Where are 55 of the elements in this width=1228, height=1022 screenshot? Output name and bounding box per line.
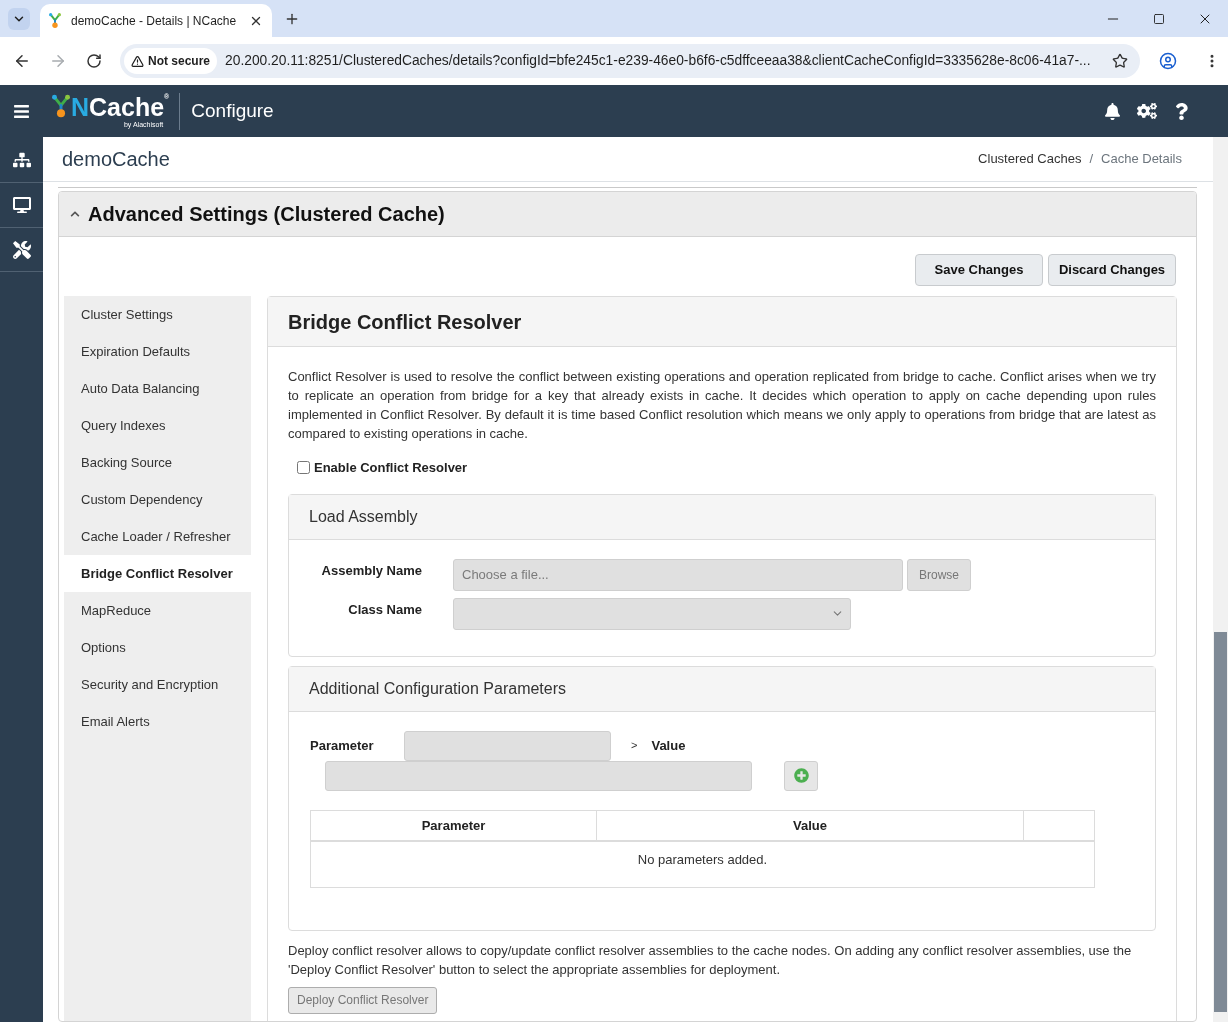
monitor-icon[interactable] <box>12 196 31 214</box>
sidebar-item[interactable]: Expiration Defaults <box>64 333 251 370</box>
maximize-icon[interactable] <box>1153 12 1165 25</box>
page-title: demoCache <box>62 147 170 172</box>
section-heading: Additional Configuration Parameters <box>309 678 567 699</box>
star-icon[interactable] <box>1112 53 1128 69</box>
sidebar-item[interactable]: Cache Loader / Refresher <box>64 518 251 555</box>
empty-message: No parameters added. <box>637 852 768 867</box>
enable-checkbox[interactable] <box>297 461 310 475</box>
column-header: Value <box>793 817 827 833</box>
sidebar-item[interactable]: Custom Dependency <box>64 481 251 518</box>
section-heading: Bridge Conflict Resolver <box>288 309 522 335</box>
warning-icon <box>131 54 144 68</box>
gears-icon[interactable] <box>1137 101 1157 121</box>
checkbox-label: Enable Conflict Resolver <box>314 459 468 477</box>
browser-tab[interactable]: demoCache - Details | NCache <box>40 4 272 37</box>
field-label: Parameter <box>310 736 375 755</box>
section-heading: Load Assembly <box>309 506 418 527</box>
scrollbar-thumb[interactable] <box>1214 632 1227 1012</box>
logo-icon <box>52 94 70 118</box>
logo-icon <box>49 13 61 28</box>
breadcrumb-current: Cache Details <box>1101 150 1182 169</box>
sidebar-item[interactable]: Options <box>64 629 251 666</box>
tab-search-button[interactable] <box>8 7 30 30</box>
security-chip[interactable]: Not secure <box>124 48 218 74</box>
breadcrumb-link[interactable]: Clustered Caches <box>978 149 1082 169</box>
breadcrumb-separator: / <box>1089 150 1094 169</box>
field-label: Assembly Name <box>321 561 422 580</box>
sidebar-item[interactable]: MapReduce <box>64 592 251 629</box>
sitemap-icon[interactable] <box>12 150 31 169</box>
refresh-icon[interactable] <box>86 53 102 69</box>
column-header: Parameter <box>421 817 486 833</box>
menu-icon[interactable] <box>13 102 30 120</box>
description-text: Conflict Resolver is used to resolve the conflict between existing operations and operation replicated from bridge to cache. Conflict arises when we try to replicate an operation from bridge for a key that already exists in cache. It decides which operation to apply on cache depending upon rules implemented in Conflict Resolver. By default it is time based Conflict resolution which means we only apply to operations from bridge that are latest as compared to existing operations in cache. <box>288 368 1156 443</box>
field-label: Class Name <box>348 600 422 619</box>
sidebar-item[interactable]: Query Indexes <box>64 407 251 444</box>
sidebar-item[interactable]: Cluster Settings <box>64 296 251 333</box>
arrow-text: > <box>631 738 638 754</box>
deploy-note: Deploy conflict resolver allows to copy/update conflict resolver assemblies to the cache nodes. On adding any conflict resolver assemblies, use the 'Deploy Conflict Resolver' button to select the appropriate assemblies for deployment. <box>288 941 1133 979</box>
sidebar-item[interactable]: Email Alerts <box>64 703 251 740</box>
action-button[interactable]: Discard Changes <box>1048 254 1176 286</box>
address-bar[interactable]: Not secure 20.200.20.11:8251/ClusteredCaches/details?configId=bfe245c1-e239-46e0-b6f6-c5dffceeaa38&clientCacheConfigId=3335628e-8c06-41a7-... <box>120 44 1140 78</box>
sidebar-item[interactable]: Backing Source <box>64 444 251 481</box>
bell-icon[interactable] <box>1104 102 1121 120</box>
tools-icon[interactable] <box>12 240 31 259</box>
sidebar-item[interactable]: Security and Encryption <box>64 666 251 703</box>
url-text: 20.200.20.11:8251/ClusteredCaches/details?configId=bfe245c1-e239-46e0-b6f6-c5dffceeaa38&clientCacheConfigId=3335628e-8c06-41a7-... <box>225 51 1092 70</box>
collapse-header[interactable]: Advanced Settings (Clustered Cache) <box>59 192 1196 237</box>
sidebar-item[interactable]: Bridge Conflict Resolver <box>64 555 251 592</box>
user-icon[interactable] <box>1159 52 1177 70</box>
field-label: Value <box>651 736 686 755</box>
question-icon[interactable] <box>1173 102 1190 120</box>
sidebar-item[interactable]: Auto Data Balancing <box>64 370 251 407</box>
action-button[interactable]: Save Changes <box>915 254 1043 286</box>
section-title: Configure <box>191 98 274 123</box>
